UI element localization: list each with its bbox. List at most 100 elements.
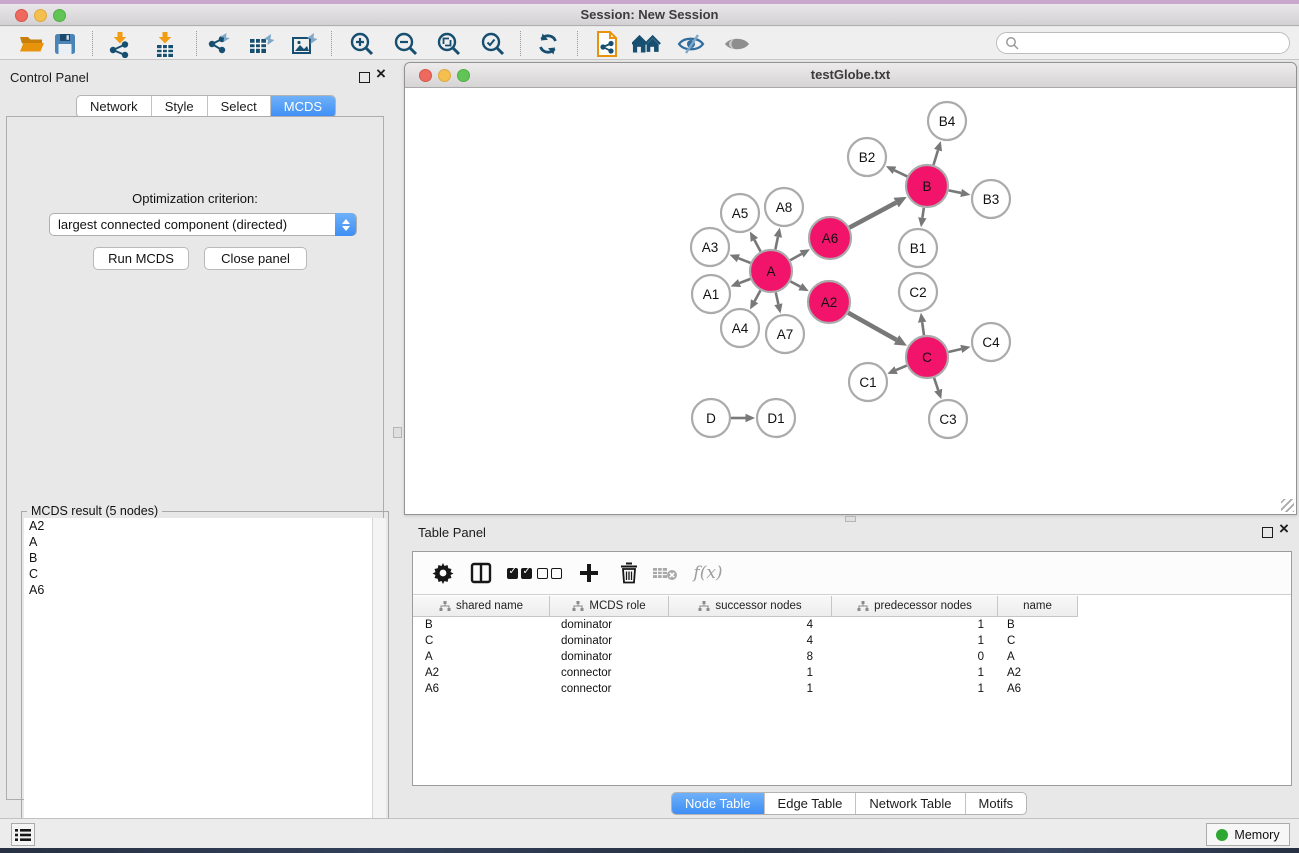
panel-splitter-handle[interactable] xyxy=(393,427,402,438)
column-header-successor-nodes[interactable]: successor nodes xyxy=(669,596,832,617)
deselect-all-columns-button[interactable] xyxy=(534,558,564,588)
save-session-button[interactable] xyxy=(50,30,80,58)
graph-edge-A-A3[interactable] xyxy=(738,258,750,263)
export-table-button[interactable] xyxy=(246,30,276,58)
search-input[interactable] xyxy=(996,32,1290,54)
network-graph[interactable]: AA6A2BCA5A8A3A1A4A7B2B4B3B1C2C4C1C3DD1 xyxy=(405,88,1296,514)
table-cell: 8 xyxy=(669,649,832,665)
function-icon: f(x) xyxy=(693,563,722,583)
network-window-titlebar[interactable]: testGlobe.txt xyxy=(405,63,1296,88)
tab-mcds[interactable]: MCDS xyxy=(270,96,335,117)
checked-box-icon xyxy=(507,568,518,579)
new-session-from-doc-button[interactable] xyxy=(592,30,622,58)
zoom-fit-button[interactable] xyxy=(434,30,464,58)
tab-edge-table[interactable]: Edge Table xyxy=(764,793,856,814)
table-cell: A xyxy=(413,649,550,665)
edge-arrowhead xyxy=(774,303,782,313)
home-button[interactable] xyxy=(632,30,662,58)
graph-edge-A-A7[interactable] xyxy=(776,292,779,304)
eye-icon xyxy=(723,32,751,56)
zoom-selected-icon xyxy=(480,31,506,57)
column-header-mcds-role[interactable]: MCDS role xyxy=(550,596,669,617)
mcds-result-item[interactable]: C xyxy=(24,566,372,582)
close-panel-button[interactable]: Close panel xyxy=(204,247,307,270)
table-row[interactable]: A6connector11A6 xyxy=(413,681,1291,697)
graph-node-label: C xyxy=(922,350,932,365)
table-cell: dominator xyxy=(550,633,669,649)
table-row[interactable]: Adominator80A xyxy=(413,649,1291,665)
export-image-button[interactable] xyxy=(289,30,319,58)
graph-edge-A2-C[interactable] xyxy=(848,313,896,340)
graph-edge-A-A1[interactable] xyxy=(739,279,750,283)
tab-network-table[interactable]: Network Table xyxy=(855,793,964,814)
zoom-in-button[interactable] xyxy=(347,30,377,58)
table-float-panel-icon[interactable] xyxy=(1262,527,1273,538)
export-network-button[interactable] xyxy=(204,30,234,58)
mcds-result-list[interactable]: A2ABCA6 xyxy=(24,518,372,852)
delete-column-button[interactable] xyxy=(614,558,644,588)
table-row[interactable]: A2connector11A2 xyxy=(413,665,1291,681)
graph-edge-A-A2[interactable] xyxy=(790,281,800,286)
delete-table-button[interactable] xyxy=(650,558,680,588)
graph-edge-A-A5[interactable] xyxy=(754,240,760,252)
column-header-predecessor-nodes[interactable]: predecessor nodes xyxy=(832,596,998,617)
column-chooser-button[interactable] xyxy=(466,558,496,588)
close-panel-icon[interactable]: × xyxy=(376,64,386,84)
show-panel-list-button[interactable] xyxy=(11,823,35,846)
table-row[interactable]: Bdominator41B xyxy=(413,617,1291,633)
function-builder-button[interactable]: f(x) xyxy=(686,558,730,588)
eye-slash-icon xyxy=(677,32,705,56)
hide-graphics-details-button[interactable] xyxy=(676,30,706,58)
graph-edge-B-B1[interactable] xyxy=(922,208,923,218)
mcds-result-item[interactable]: A2 xyxy=(24,518,372,534)
graph-node-label: B1 xyxy=(910,241,927,256)
table-row[interactable]: Cdominator41C xyxy=(413,633,1291,649)
memory-button[interactable]: Memory xyxy=(1206,823,1290,846)
graph-edge-A-A6[interactable] xyxy=(790,254,801,260)
zoom-out-button[interactable] xyxy=(391,30,421,58)
result-list-scrollbar[interactable] xyxy=(372,518,386,852)
table-cell: 1 xyxy=(832,633,998,649)
graph-edge-B-B4[interactable] xyxy=(933,150,938,165)
tab-motifs[interactable]: Motifs xyxy=(965,793,1027,814)
graph-edge-C-C1[interactable] xyxy=(896,366,907,371)
zoom-selected-button[interactable] xyxy=(478,30,508,58)
run-mcds-button[interactable]: Run MCDS xyxy=(93,247,189,270)
mcds-result-item[interactable]: A xyxy=(24,534,372,550)
graph-edge-B-B3[interactable] xyxy=(949,190,962,193)
tab-select[interactable]: Select xyxy=(207,96,270,117)
hierarchy-icon xyxy=(572,601,584,612)
graph-edge-A-A8[interactable] xyxy=(775,237,778,250)
graph-edge-C-C4[interactable] xyxy=(948,349,961,352)
add-column-button[interactable] xyxy=(574,558,604,588)
network-view-window[interactable]: testGlobe.txt AA6A2BCA5A8A3A1A4A7B2B4B3B… xyxy=(404,62,1297,515)
tab-node-table[interactable]: Node Table xyxy=(672,793,764,814)
import-table-icon xyxy=(152,31,178,58)
tab-style[interactable]: Style xyxy=(151,96,207,117)
graph-edge-B-B2[interactable] xyxy=(894,170,907,176)
network-canvas[interactable]: AA6A2BCA5A8A3A1A4A7B2B4B3B1C2C4C1C3DD1 xyxy=(405,88,1296,514)
mcds-result-item[interactable]: A6 xyxy=(24,582,372,598)
column-header-name[interactable]: name xyxy=(998,596,1078,617)
graph-edge-A-A4[interactable] xyxy=(755,290,761,301)
import-table-button[interactable] xyxy=(150,30,180,58)
show-eye-button[interactable] xyxy=(722,30,752,58)
window-resize-grip[interactable] xyxy=(1281,499,1294,512)
open-session-button[interactable] xyxy=(16,30,46,58)
criterion-select[interactable]: largest connected component (directed) xyxy=(49,213,357,236)
import-network-button[interactable] xyxy=(105,30,135,58)
float-panel-icon[interactable] xyxy=(359,72,370,83)
mcds-result-item[interactable]: B xyxy=(24,550,372,566)
select-all-columns-button[interactable] xyxy=(504,558,534,588)
graph-edge-A6-B[interactable] xyxy=(849,203,896,228)
graph-edge-C-C3[interactable] xyxy=(934,378,938,390)
table-body[interactable]: Bdominator41BCdominator41CAdominator80AA… xyxy=(413,617,1291,697)
table-close-panel-icon[interactable]: × xyxy=(1279,519,1289,539)
graph-edge-C-C2[interactable] xyxy=(922,322,924,335)
refresh-button[interactable] xyxy=(533,30,563,58)
settings-gear-button[interactable] xyxy=(428,558,458,588)
tab-network[interactable]: Network xyxy=(77,96,151,117)
table-cell: 4 xyxy=(669,633,832,649)
column-header-shared-name[interactable]: shared name xyxy=(413,596,550,617)
main-titlebar[interactable]: Session: New Session xyxy=(0,4,1299,26)
